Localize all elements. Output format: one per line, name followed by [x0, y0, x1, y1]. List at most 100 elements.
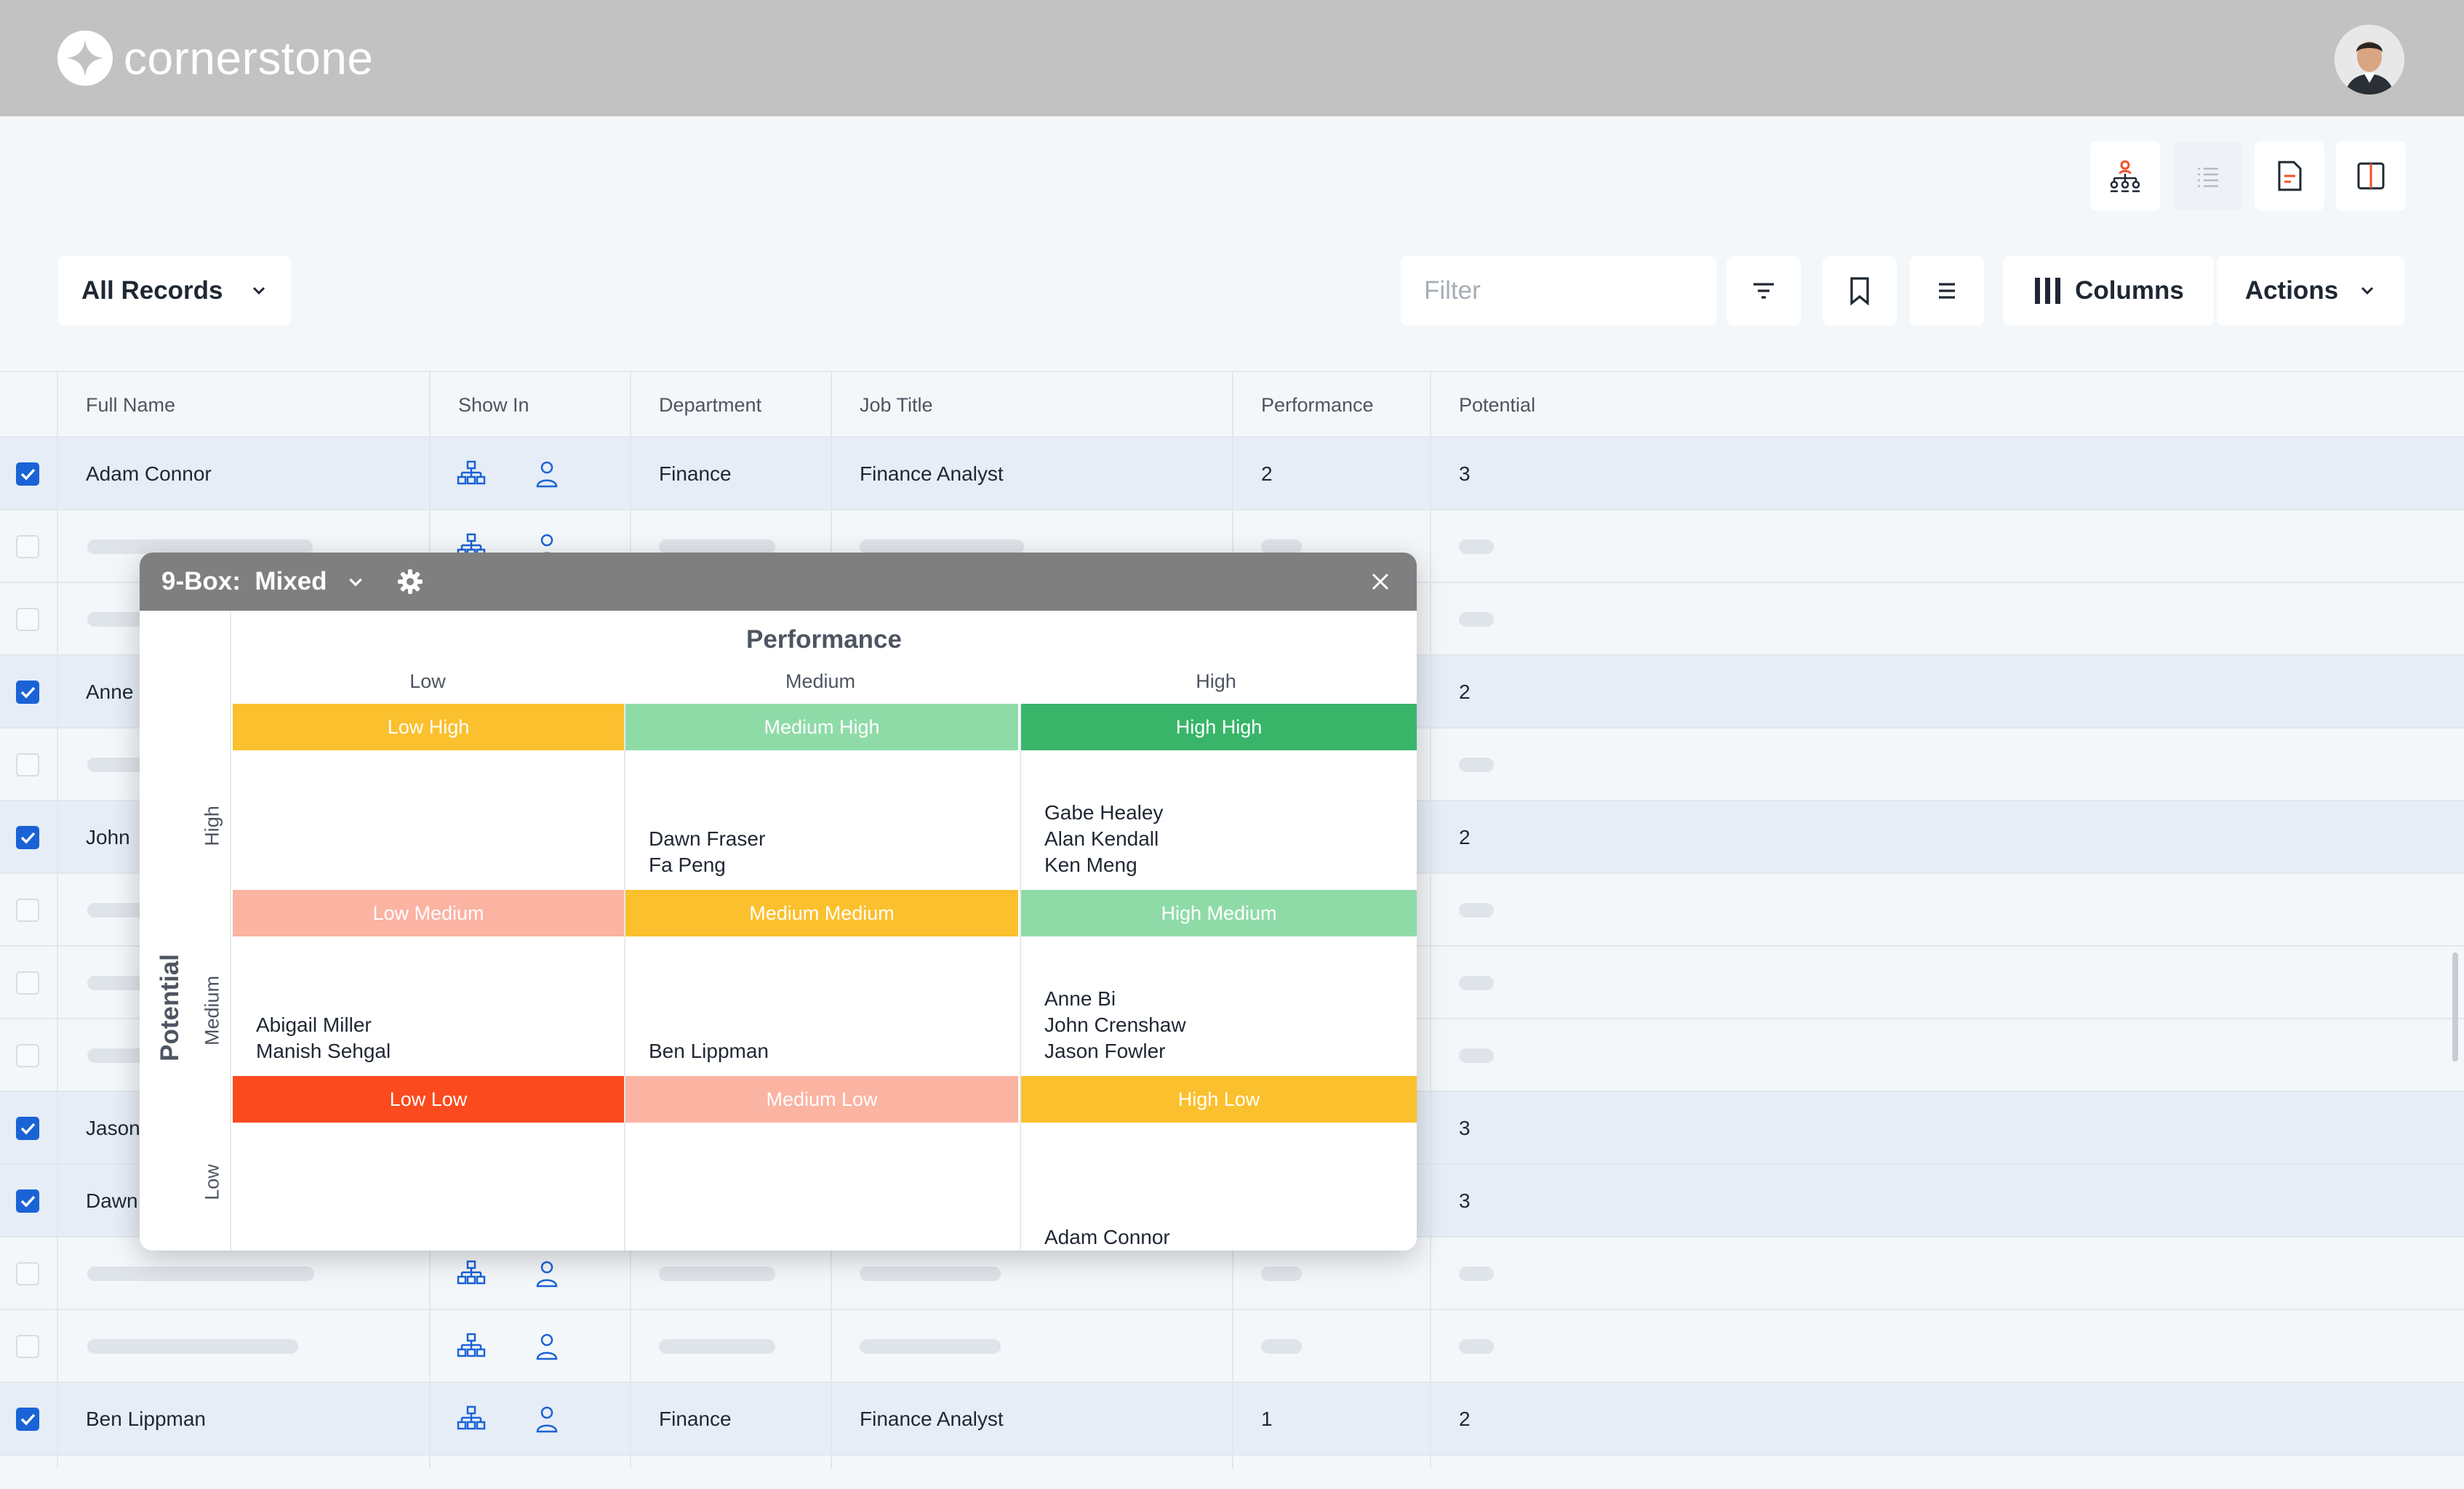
employee-name[interactable]: Adam Connor — [1044, 1224, 1170, 1251]
columns-button[interactable]: Columns — [2003, 256, 2214, 326]
employee-name[interactable]: Abigail Miller — [256, 1012, 391, 1038]
nine-box-cell[interactable] — [625, 1123, 1018, 1251]
chevron-down-icon — [252, 286, 265, 295]
split-view-button[interactable] — [2336, 141, 2406, 211]
cell-potential: 2 — [1459, 826, 1471, 848]
vertical-scrollbar[interactable] — [2452, 952, 2458, 1061]
nine-box-cell[interactable]: Dawn Fraser Fa Peng — [625, 750, 1018, 890]
row-checkbox[interactable] — [16, 681, 39, 704]
filter-input[interactable] — [1401, 256, 1716, 326]
org-chart-icon[interactable] — [457, 1405, 486, 1434]
column-header-show-in[interactable]: Show In — [458, 394, 529, 417]
employee-name[interactable]: Jason Fowler — [1044, 1038, 1186, 1064]
row-checkbox[interactable] — [16, 753, 39, 776]
row-checkbox[interactable] — [16, 1335, 39, 1358]
top-bar: cornerstone — [0, 0, 2464, 116]
menu-button[interactable] — [1910, 256, 1984, 326]
filter-icon — [1753, 283, 1774, 299]
show-in-org-chart[interactable] — [457, 1332, 486, 1365]
show-in-org-chart[interactable] — [457, 1405, 486, 1437]
column-header-performance[interactable]: Performance — [1261, 394, 1374, 417]
document-view-button[interactable] — [2255, 141, 2324, 211]
employee-name[interactable]: Fa Peng — [649, 852, 765, 878]
user-avatar[interactable] — [2335, 25, 2404, 95]
employee-name[interactable]: Ken Meng — [1044, 852, 1163, 878]
cell-full-name[interactable]: Adam Connor — [86, 462, 212, 486]
person-icon[interactable] — [534, 459, 560, 489]
employee-name[interactable]: Alan Kendall — [1044, 826, 1163, 852]
employee-name[interactable]: Ben Lippman — [649, 1038, 769, 1064]
row-checkbox[interactable] — [16, 1189, 39, 1213]
column-header-full-name[interactable]: Full Name — [86, 394, 175, 417]
column-header-job-title[interactable]: Job Title — [860, 394, 933, 417]
skeleton-placeholder — [659, 539, 775, 554]
employee-name[interactable]: Manish Sehgal — [256, 1038, 391, 1064]
gear-icon[interactable] — [396, 567, 425, 596]
logo[interactable]: cornerstone — [57, 29, 373, 87]
nine-box-cell[interactable]: Anne Bi John Crenshaw Jason Fowler — [1021, 936, 1417, 1076]
org-chart-icon[interactable] — [457, 459, 486, 489]
row-checkbox[interactable] — [16, 826, 39, 849]
chevron-down-icon — [2361, 286, 2374, 295]
cell-potential: 3 — [1459, 1117, 1471, 1139]
row-checkbox[interactable] — [16, 535, 39, 558]
chevron-down-icon[interactable] — [346, 573, 365, 592]
cell-full-name[interactable]: Jason — [86, 1117, 140, 1140]
person-icon[interactable] — [534, 1332, 560, 1361]
row-checkbox[interactable] — [16, 1117, 39, 1140]
employee-name[interactable]: Gabe Healey — [1044, 800, 1163, 826]
org-chart-icon[interactable] — [457, 1259, 486, 1288]
show-in-profile[interactable] — [534, 1259, 560, 1292]
nine-box-cell[interactable]: Abigail Miller Manish Sehgal — [233, 936, 624, 1076]
potential-axis — [140, 611, 231, 1251]
cell-full-name[interactable]: John — [86, 826, 130, 849]
column-header-potential[interactable]: Potential — [1459, 394, 1535, 417]
row-checkbox[interactable] — [16, 899, 39, 922]
actions-button[interactable]: Actions — [2217, 256, 2404, 326]
org-chart-view-button[interactable] — [2090, 141, 2160, 211]
show-in-org-chart[interactable] — [457, 459, 486, 492]
cornerstone-logo-icon — [57, 30, 113, 87]
person-icon[interactable] — [534, 1405, 560, 1434]
employee-names: Gabe Healey Alan Kendall Ken Meng — [1044, 800, 1163, 878]
filter-button[interactable] — [1727, 256, 1801, 326]
nine-box-mode: Mixed — [255, 567, 327, 595]
records-dropdown[interactable]: All Records — [58, 256, 291, 326]
nine-box-cell[interactable]: Ben Lippman — [625, 936, 1018, 1076]
column-header-department[interactable]: Department — [659, 394, 761, 417]
nine-box-cell[interactable] — [233, 750, 624, 890]
close-icon[interactable] — [1369, 570, 1392, 593]
employee-name[interactable]: John Crenshaw — [1044, 1012, 1186, 1038]
nine-box-cell[interactable] — [233, 1123, 624, 1251]
cell-potential: 3 — [1459, 462, 1471, 485]
show-in-profile[interactable] — [534, 1405, 560, 1437]
brand-name: cornerstone — [124, 32, 374, 84]
employee-name[interactable]: Anne Bi — [1044, 986, 1186, 1012]
nine-box-cell[interactable]: Gabe Healey Alan Kendall Ken Meng — [1021, 750, 1417, 890]
columns-icon — [2035, 278, 2061, 304]
nine-box-band-low-low: Low Low — [233, 1076, 624, 1123]
row-checkbox[interactable] — [16, 1044, 39, 1067]
show-in-profile[interactable] — [534, 459, 560, 492]
row-checkbox[interactable] — [16, 608, 39, 631]
employee-names: Adam Connor — [1044, 1224, 1170, 1251]
row-checkbox[interactable] — [16, 971, 39, 995]
nine-box-cell[interactable]: Adam Connor — [1021, 1123, 1417, 1251]
nine-box-band-high-medium: High Medium — [1021, 890, 1417, 936]
show-in-org-chart[interactable] — [457, 1259, 486, 1292]
cell-full-name[interactable]: Anne — [86, 681, 133, 704]
person-icon[interactable] — [534, 1259, 560, 1288]
row-checkbox[interactable] — [16, 462, 39, 486]
row-checkbox[interactable] — [16, 1408, 39, 1431]
cell-full-name[interactable]: Dawn — [86, 1189, 138, 1213]
skeleton-placeholder — [1261, 539, 1302, 554]
cell-full-name[interactable]: Ben Lippman — [86, 1408, 206, 1431]
row-checkbox[interactable] — [16, 1262, 39, 1285]
org-chart-icon[interactable] — [457, 1332, 486, 1361]
bookmark-button[interactable] — [1823, 256, 1897, 326]
skeleton-placeholder — [1459, 903, 1494, 918]
cell-performance: 2 — [1261, 462, 1273, 485]
show-in-profile[interactable] — [534, 1332, 560, 1365]
employee-name[interactable]: Dawn Fraser — [649, 826, 765, 852]
list-view-button[interactable] — [2173, 141, 2243, 211]
